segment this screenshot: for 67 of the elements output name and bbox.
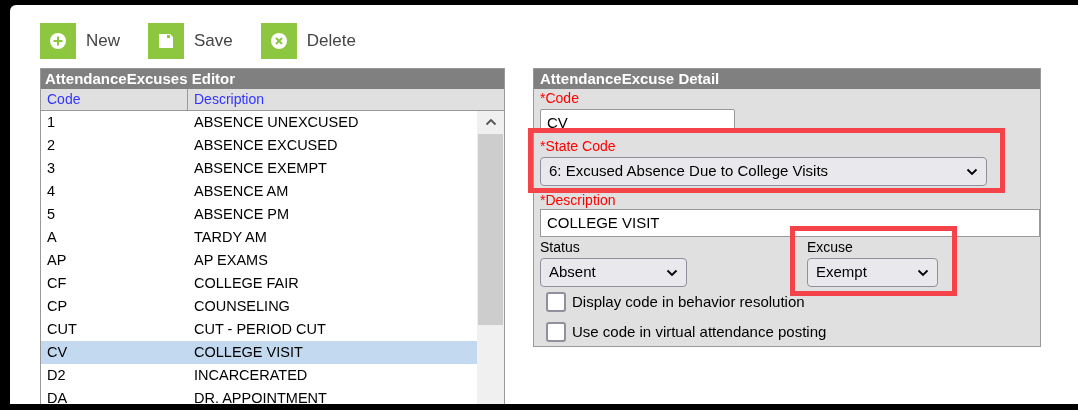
code-cell-text: A [46,227,58,247]
dropdown[interactable]: Absent [540,258,687,287]
x-circle-icon [269,32,288,50]
code-cell-text: CUT [46,319,78,339]
scroll-thumb[interactable] [478,134,503,325]
description-cell-text: ABSENCE EXEMPT [193,158,328,178]
description-cell-text: COUNSELING [193,296,291,316]
chevron-down-icon [666,268,678,277]
code-cell-text: 1 [46,112,57,132]
description-cell-text: ABSENCE EXCUSED [193,135,339,155]
description-cell-text: COLLEGE FAIR [193,273,300,293]
checkbox-label: Display code in behavior resolution [572,292,805,312]
list-row[interactable]: A TARDY AM [41,226,477,249]
code-cell-text: D2 [46,365,67,385]
description-cell-text: ABSENCE AM [193,181,290,201]
toolbar-button[interactable]: Delete [260,23,356,59]
description-cell-text: ABSENCE PM [193,204,291,224]
list-row[interactable]: CV COLLEGE VISIT [41,341,477,364]
list-row[interactable]: CF COLLEGE FAIR [41,272,477,295]
description-cell-text: TARDY AM [193,227,268,247]
list-row[interactable]: 5 ABSENCE PM [41,203,477,226]
code-cell-text: CF [46,273,68,293]
field-label: *Description [540,191,616,209]
list-row[interactable]: 2 ABSENCE EXCUSED [41,134,477,157]
dropdown[interactable]: 6: Excused Absence Due to College Visits [540,157,987,186]
field-label: Status [540,238,580,256]
dropdown[interactable]: Exempt [807,258,938,287]
checkbox[interactable] [546,321,566,342]
list-row[interactable]: 3 ABSENCE EXEMPT [41,157,477,180]
description-input[interactable]: COLLEGE VISIT [540,209,1040,237]
field-label: Excuse [807,238,853,256]
chevron-up-icon[interactable] [484,118,497,126]
list-row[interactable]: CUT CUT - PERIOD CUT [41,318,477,341]
description-cell-text: ABSENCE UNEXCUSED [193,112,360,132]
code-cell-text: 5 [46,204,57,224]
code-cell-text: DA [46,388,69,404]
column-header[interactable]: Description [188,89,271,110]
scrollbar[interactable] [477,111,504,404]
list-row[interactable]: D2 INCARCERATED [41,364,477,387]
code-cell-text: 3 [46,158,57,178]
code-cell-text: 4 [46,181,57,201]
list-row[interactable]: 4 ABSENCE AM [41,180,477,203]
list-row[interactable]: DA DR. APPOINTMENT [41,387,477,404]
panel-title: AttendanceExcuse Detail [534,69,1040,89]
list-row[interactable]: CP COUNSELING [41,295,477,318]
panel-title: AttendanceExcuses Editor [41,69,504,89]
description-cell-text: DR. APPOINTMENT [193,388,328,404]
code-cell-text: 2 [46,135,57,155]
chevron-down-icon [917,268,929,277]
list-row[interactable]: AP AP EXAMS [41,249,477,272]
checkbox-label: Use code in virtual attendance posting [572,321,827,342]
column-header[interactable]: Code [41,89,188,110]
description-cell-text: INCARCERATED [193,365,309,385]
description-cell-text: AP EXAMS [193,250,269,270]
code-cell-text: CV [46,342,69,362]
description-cell-text: COLLEGE VISIT [193,342,304,362]
toolbar-button[interactable]: Save [148,23,233,59]
code-cell-text: AP [46,250,68,270]
field-label: *Code [540,89,579,107]
checkbox[interactable] [546,292,566,313]
field-label: *State Code [540,137,616,155]
plus-circle-icon [49,32,67,50]
code-cell-text: CP [46,296,69,316]
toolbar-button[interactable]: New [40,23,120,59]
list-row[interactable]: 1 ABSENCE UNEXCUSED [41,111,477,134]
chevron-down-icon [966,167,978,176]
description-cell-text: CUT - PERIOD CUT [193,319,327,339]
